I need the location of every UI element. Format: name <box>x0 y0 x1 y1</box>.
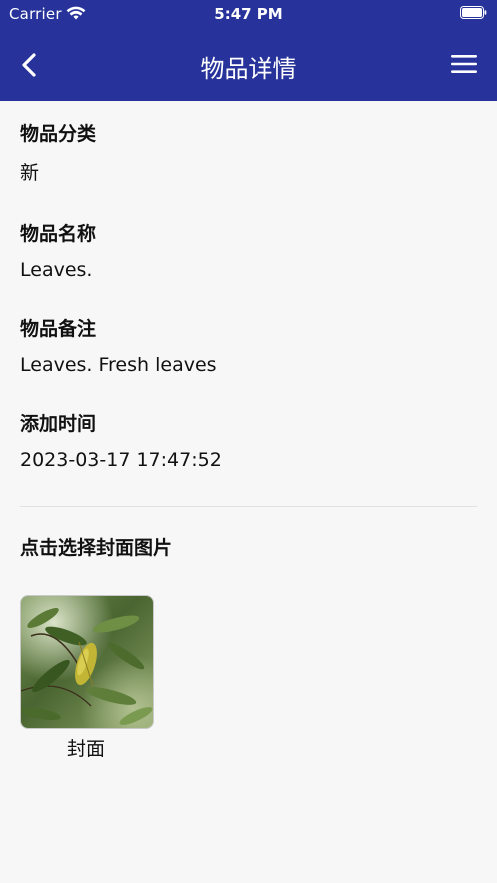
cover-select-heading[interactable]: 点击选择封面图片 <box>20 537 172 559</box>
top-app-bar: Carrier 5:47 PM 物品详情 <box>0 0 497 101</box>
notes-value: Leaves. Fresh leaves <box>20 354 217 376</box>
notes-label: 物品备注 <box>20 318 97 340</box>
name-value: Leaves. <box>20 259 93 281</box>
menu-icon[interactable] <box>451 52 477 76</box>
status-bar: Carrier 5:47 PM <box>0 0 497 30</box>
added-time-label: 添加时间 <box>20 413 97 435</box>
navigation-bar: 物品详情 <box>0 31 497 101</box>
leaves-photo <box>21 596 153 728</box>
page-title: 物品详情 <box>200 55 297 83</box>
divider <box>20 506 477 507</box>
cover-image[interactable] <box>20 595 154 729</box>
category-label: 物品分类 <box>20 123 97 145</box>
name-label: 物品名称 <box>20 223 97 245</box>
added-time-value: 2023-03-17 17:47:52 <box>20 449 222 471</box>
cover-caption: 封面 <box>66 738 105 760</box>
category-value: 新 <box>20 162 40 184</box>
battery-icon <box>460 6 487 19</box>
status-time: 5:47 PM <box>214 5 283 23</box>
